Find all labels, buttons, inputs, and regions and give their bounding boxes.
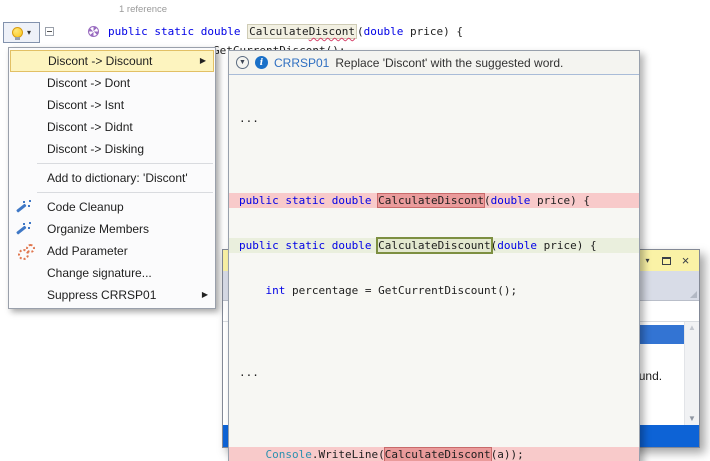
menu-item-dont[interactable]: Discont -> Dont [9,72,215,94]
quick-actions-menu: Discont -> Discount ▶ Discont -> Dont Di… [8,47,216,309]
menu-separator [37,192,213,193]
menu-item-label: Discont -> Didnt [47,120,133,134]
issue-code: CRRSP01 [274,56,329,70]
code-rest: price) { [403,25,463,38]
maximize-icon [662,257,671,265]
menu-item-organize-members[interactable]: Organize Members [9,218,215,240]
code-indent [239,448,266,461]
menu-item-isnt[interactable]: Discont -> Isnt [9,94,215,116]
code-keyword: int [266,284,286,297]
lightbulb-icon [12,27,23,38]
menu-item-discount[interactable]: Discont -> Discount ▶ [10,50,214,72]
outlining-collapse-marker[interactable] [45,27,54,36]
fix-preview-popup: ▼ i CRRSP01 Replace 'Discont' with the s… [228,50,640,461]
code-keywords: public static double [239,239,378,252]
magic-wand-icon [17,199,33,215]
close-icon: × [682,253,690,268]
menu-item-label: Discont -> Discount [48,54,152,68]
menu-item-change-signature[interactable]: Change signature... [9,262,215,284]
code-text: (a)); [491,448,524,461]
menu-item-label: Code Cleanup [47,200,124,214]
code-text: price) { [537,239,597,252]
diff-removed-line: public static double CalculateDiscont(do… [229,193,639,208]
removed-word: CalculateDiscont [378,194,484,207]
code-indent [239,284,266,297]
misspelled-method-name: CalculateDiscont [247,24,357,39]
preview-header: ▼ i CRRSP01 Replace 'Discont' with the s… [229,51,639,75]
screenshot-root: 1 reference public static double Calcula… [0,0,710,461]
diff-added-line: public static double CalculateDiscount(d… [229,238,639,253]
editor-code-line: public static double CalculateDiscont(do… [88,22,463,41]
method-name-tail-squiggle: Discont [309,25,355,38]
code-keywords: public static double [108,25,247,38]
magic-wand-icon [17,221,33,237]
method-name-head: Calculate [249,25,309,38]
submenu-arrow-icon: ▶ [200,51,206,71]
code-param-keyword: double [364,25,404,38]
menu-item-suppress[interactable]: Suppress CRRSP01 ▶ [9,284,215,306]
menu-item-label: Discont -> Disking [47,142,144,156]
code-keyword: double [491,194,531,207]
vertical-scrollbar[interactable]: ▲ ▼ [684,322,699,425]
submenu-arrow-icon: ▶ [202,284,208,306]
menu-item-add-to-dictionary[interactable]: Add to dictionary: 'Discont' [9,167,215,189]
codelens-references[interactable]: 1 reference [119,4,167,15]
removed-word: CalculateDiscont [385,448,491,461]
ellipsis-line: ... [229,111,639,126]
preview-diff-body: ... public static double CalculateDiscon… [229,75,639,461]
method-glyph-icon [88,26,99,37]
chevron-down-icon: ▾ [645,256,649,265]
diff-removed-line: Console.WriteLine(CalculateDiscont(a)); [229,447,639,461]
info-icon: i [255,56,268,69]
code-text: .WriteLine( [312,448,385,461]
code-keywords: public static double [239,194,378,207]
issue-message: Replace 'Discont' with the suggested wor… [335,56,563,70]
menu-item-add-parameter[interactable]: Add Parameter [9,240,215,262]
menu-item-label: Add Parameter [47,244,128,258]
lightbulb-button[interactable]: ▾ [3,22,40,43]
menu-item-label: Discont -> Dont [47,76,130,90]
code-text: percentage = GetCurrentDiscount(); [285,284,517,297]
code-keyword: double [497,239,537,252]
menu-item-label: Discont -> Isnt [47,98,124,112]
scroll-down-icon[interactable]: ▼ [688,415,696,423]
code-text: ( [484,194,491,207]
scroll-up-icon[interactable]: ▲ [688,324,696,332]
window-position-icon[interactable]: ▾ [640,253,655,268]
menu-separator [37,163,213,164]
ellipsis-line: ... [229,365,639,380]
gears-icon [17,243,33,259]
menu-item-label: Change signature... [47,266,152,280]
diff-context-line: int percentage = GetCurrentDiscount(); [229,283,639,298]
menu-item-label: Suppress CRRSP01 [47,288,156,302]
menu-item-disking[interactable]: Discont -> Disking [9,138,215,160]
toolbar-grip [690,291,697,298]
close-button[interactable]: × [678,253,693,268]
code-type: Console [266,448,312,461]
menu-item-label: Add to dictionary: 'Discont' [47,171,188,185]
added-word: CalculateDiscount [378,239,491,252]
collapse-chevron-icon[interactable]: ▼ [236,56,249,69]
menu-item-label: Organize Members [47,222,149,236]
menu-item-didnt[interactable]: Discont -> Didnt [9,116,215,138]
maximize-button[interactable] [659,253,674,268]
chevron-down-icon: ▾ [27,29,31,37]
code-paren: ( [357,25,364,38]
menu-item-code-cleanup[interactable]: Code Cleanup [9,196,215,218]
code-text: price) { [530,194,590,207]
